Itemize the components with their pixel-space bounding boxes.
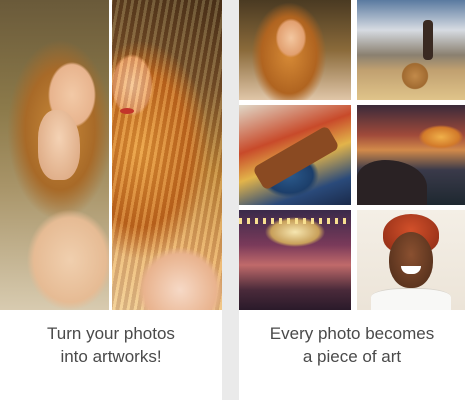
gallery-tile-portrait[interactable] bbox=[239, 0, 351, 100]
before-after-image bbox=[0, 0, 222, 310]
app-store-screenshots: Turn your photos into artworks! Every ph… bbox=[0, 0, 465, 400]
panel-caption: Every photo becomes a piece of art bbox=[239, 322, 465, 368]
caption-line-1: Turn your photos bbox=[47, 324, 175, 343]
hand bbox=[38, 110, 80, 180]
gallery-tile-smiling-woman[interactable] bbox=[357, 210, 465, 310]
lips bbox=[120, 108, 134, 114]
gallery-tile-beach[interactable] bbox=[357, 0, 465, 100]
gallery-tile-street[interactable] bbox=[239, 210, 351, 310]
caption-line-1: Every photo becomes bbox=[269, 324, 435, 343]
caption-line-2: into artworks! bbox=[60, 347, 162, 366]
comparison-divider bbox=[109, 0, 112, 310]
gallery-tile-boat[interactable] bbox=[239, 105, 351, 205]
original-photo-half bbox=[0, 0, 110, 310]
caption-line-2: a piece of art bbox=[302, 347, 402, 366]
artwork-filtered-half bbox=[110, 0, 222, 310]
screenshot-panel-gallery: Every photo becomes a piece of art bbox=[239, 0, 465, 400]
gallery-tile-coast[interactable] bbox=[357, 105, 465, 205]
panel-caption: Turn your photos into artworks! bbox=[0, 322, 222, 368]
screenshot-panel-transform: Turn your photos into artworks! bbox=[0, 0, 222, 400]
